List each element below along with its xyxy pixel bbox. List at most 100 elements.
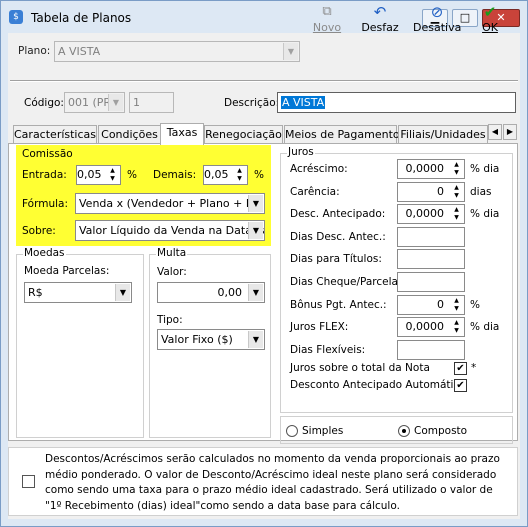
moedas-title: Moedas: [23, 247, 66, 259]
juros-row-input[interactable]: [397, 249, 465, 269]
spinner-arrows-icon[interactable]: ▲ ▼: [450, 184, 463, 200]
descricao-field[interactable]: A VISTA: [277, 92, 516, 113]
multa-valor-input[interactable]: 0,00 ▼: [157, 282, 265, 303]
juros-row-label: Dias Desc. Antec.:: [290, 231, 386, 243]
juros-row-label: Juros FLEX:: [290, 321, 349, 333]
multa-valor-value: 0,00: [217, 286, 243, 299]
demais-value: 0,05: [204, 168, 229, 181]
chevron-down-icon[interactable]: ▼: [248, 331, 263, 348]
app-icon: $: [9, 10, 23, 24]
multa-tipo-label: Tipo:: [157, 314, 183, 326]
juros-row-input[interactable]: [397, 227, 465, 247]
sobre-select[interactable]: Valor Líquido da Venda na Data da ▼: [75, 220, 265, 241]
note-checkbox[interactable]: [22, 475, 35, 488]
juros-row-unit: %: [470, 299, 480, 311]
novo-label: Novo: [312, 21, 342, 34]
desfaz-button[interactable]: ↶ Desfaz: [359, 3, 401, 34]
window-title: Tabela de Planos: [31, 11, 132, 25]
demais-input[interactable]: 0,05 ▲ ▼: [203, 165, 248, 185]
codigo-number-field[interactable]: 1: [129, 92, 174, 113]
juros-row-value: 0,0000: [405, 162, 445, 175]
juros-row-unit: % dia: [470, 208, 500, 220]
juros-row-label: Desc. Antecipado:: [290, 208, 386, 220]
juros-row-value: 0,0000: [405, 207, 445, 220]
tab-filiais-unidades[interactable]: Filiais/Unidades: [398, 125, 488, 144]
moeda-parcelas-label: Moeda Parcelas:: [24, 265, 110, 277]
formula-select[interactable]: Venda x (Vendedor + Plano + Produ ▼: [75, 193, 265, 214]
spinner-arrows-icon[interactable]: ▲ ▼: [106, 167, 119, 183]
codigo-select[interactable]: 001 (PR ▼: [64, 92, 125, 113]
composto-label: Composto: [414, 425, 468, 437]
comissao-title: Comissão: [22, 148, 73, 160]
composto-radio[interactable]: [398, 425, 410, 437]
desativa-button[interactable]: ⊘ Desativa: [413, 3, 461, 34]
chevron-down-icon[interactable]: ▼: [248, 222, 263, 239]
juros-row-input[interactable]: 0 ▲ ▼: [397, 295, 465, 315]
entrada-value: 0,05: [77, 168, 102, 181]
block-icon: ⊘: [430, 3, 444, 21]
juros-row-label: Dias para Títulos:: [290, 253, 382, 265]
multa-tipo-select[interactable]: Valor Fixo ($) ▼: [157, 329, 265, 350]
spinner-arrows-icon[interactable]: ▲ ▼: [450, 297, 463, 313]
juros-row-label: Bônus Pgt. Antec.:: [290, 299, 387, 311]
juros-row-input[interactable]: 0,0000 ▲ ▼: [397, 204, 465, 224]
tab-renegociacao[interactable]: Renegociação: [204, 125, 283, 144]
chevron-down-icon[interactable]: ▼: [108, 94, 123, 111]
checkmark-icon: ✔: [483, 3, 497, 21]
juros-row-value: 0,0000: [405, 320, 445, 333]
chevron-down-icon[interactable]: ▼: [248, 284, 263, 301]
juros-nota-label: Juros sobre o total da Nota: [290, 362, 430, 374]
entrada-label: Entrada:: [22, 169, 67, 181]
spinner-arrows-icon[interactable]: ▲ ▼: [450, 319, 463, 335]
juros-row-value: 0: [437, 185, 444, 198]
descricao-label: Descrição:: [224, 97, 280, 109]
new-document-icon: ⧉: [322, 4, 332, 19]
sobre-value: Valor Líquido da Venda na Data da: [79, 224, 265, 237]
note-text: Descontos/Acréscimos serão calculados no…: [45, 453, 500, 512]
juros-row-unit: % dia: [470, 321, 500, 333]
juros-row-label: Acréscimo:: [290, 163, 348, 175]
juros-row-unit: dias: [470, 186, 492, 198]
juros-row-input[interactable]: [397, 340, 465, 360]
simples-label: Simples: [302, 425, 344, 437]
desconto-auto-checkbox[interactable]: ✔: [454, 379, 467, 392]
desativa-label: Desativa: [413, 21, 462, 34]
tab-condicoes[interactable]: Condições: [98, 125, 161, 144]
juros-nota-star: *: [471, 362, 477, 374]
codigo-label: Código:: [24, 97, 64, 109]
simples-radio[interactable]: [286, 425, 298, 437]
spinner-arrows-icon[interactable]: ▲ ▼: [450, 206, 463, 222]
undo-icon: ↶: [373, 3, 387, 21]
tab-taxas[interactable]: Taxas: [160, 123, 204, 145]
tab-caracteristicas[interactable]: Características: [13, 125, 97, 144]
juros-row-label: Carência:: [290, 186, 340, 198]
chevron-down-icon[interactable]: ▼: [115, 284, 130, 301]
entrada-input[interactable]: 0,05 ▲ ▼: [76, 165, 121, 185]
juros-row-input[interactable]: [397, 272, 465, 292]
tab-scroll-right-icon[interactable]: ▶: [503, 124, 517, 140]
juros-title: Juros: [287, 146, 315, 158]
juros-row-input[interactable]: 0 ▲ ▼: [397, 182, 465, 202]
formula-value: Venda x (Vendedor + Plano + Produ: [79, 197, 265, 210]
tab-scroll-left-icon[interactable]: ◀: [488, 124, 502, 140]
multa-valor-label: Valor:: [157, 266, 187, 278]
ok-label: OK: [482, 21, 498, 34]
ok-button[interactable]: ✔ OK: [470, 3, 510, 34]
chevron-down-icon[interactable]: ▼: [283, 43, 298, 60]
novo-button[interactable]: ⧉ Novo: [306, 3, 348, 34]
juros-row-input[interactable]: 0,0000 ▲ ▼: [397, 159, 465, 179]
juros-row-input[interactable]: 0,0000 ▲ ▼: [397, 317, 465, 337]
note-box: Descontos/Acréscimos serão calculados no…: [8, 447, 518, 516]
juros-row-label: Dias Cheque/Parcela: [290, 276, 398, 288]
moeda-parcelas-select[interactable]: R$ ▼: [24, 282, 132, 303]
spinner-arrows-icon[interactable]: ▲ ▼: [450, 161, 463, 177]
chevron-down-icon[interactable]: ▼: [248, 195, 263, 212]
desfaz-label: Desfaz: [361, 21, 399, 34]
plano-value: A VISTA: [58, 45, 101, 58]
juros-row-value: 0: [437, 298, 444, 311]
tab-meios-pagamento[interactable]: Meios de Pagamento: [284, 125, 400, 144]
plano-select[interactable]: A VISTA ▼: [54, 41, 300, 62]
spinner-arrows-icon[interactable]: ▲ ▼: [233, 167, 246, 183]
juros-nota-checkbox[interactable]: ✔: [454, 362, 467, 375]
formula-label: Fórmula:: [22, 198, 68, 210]
